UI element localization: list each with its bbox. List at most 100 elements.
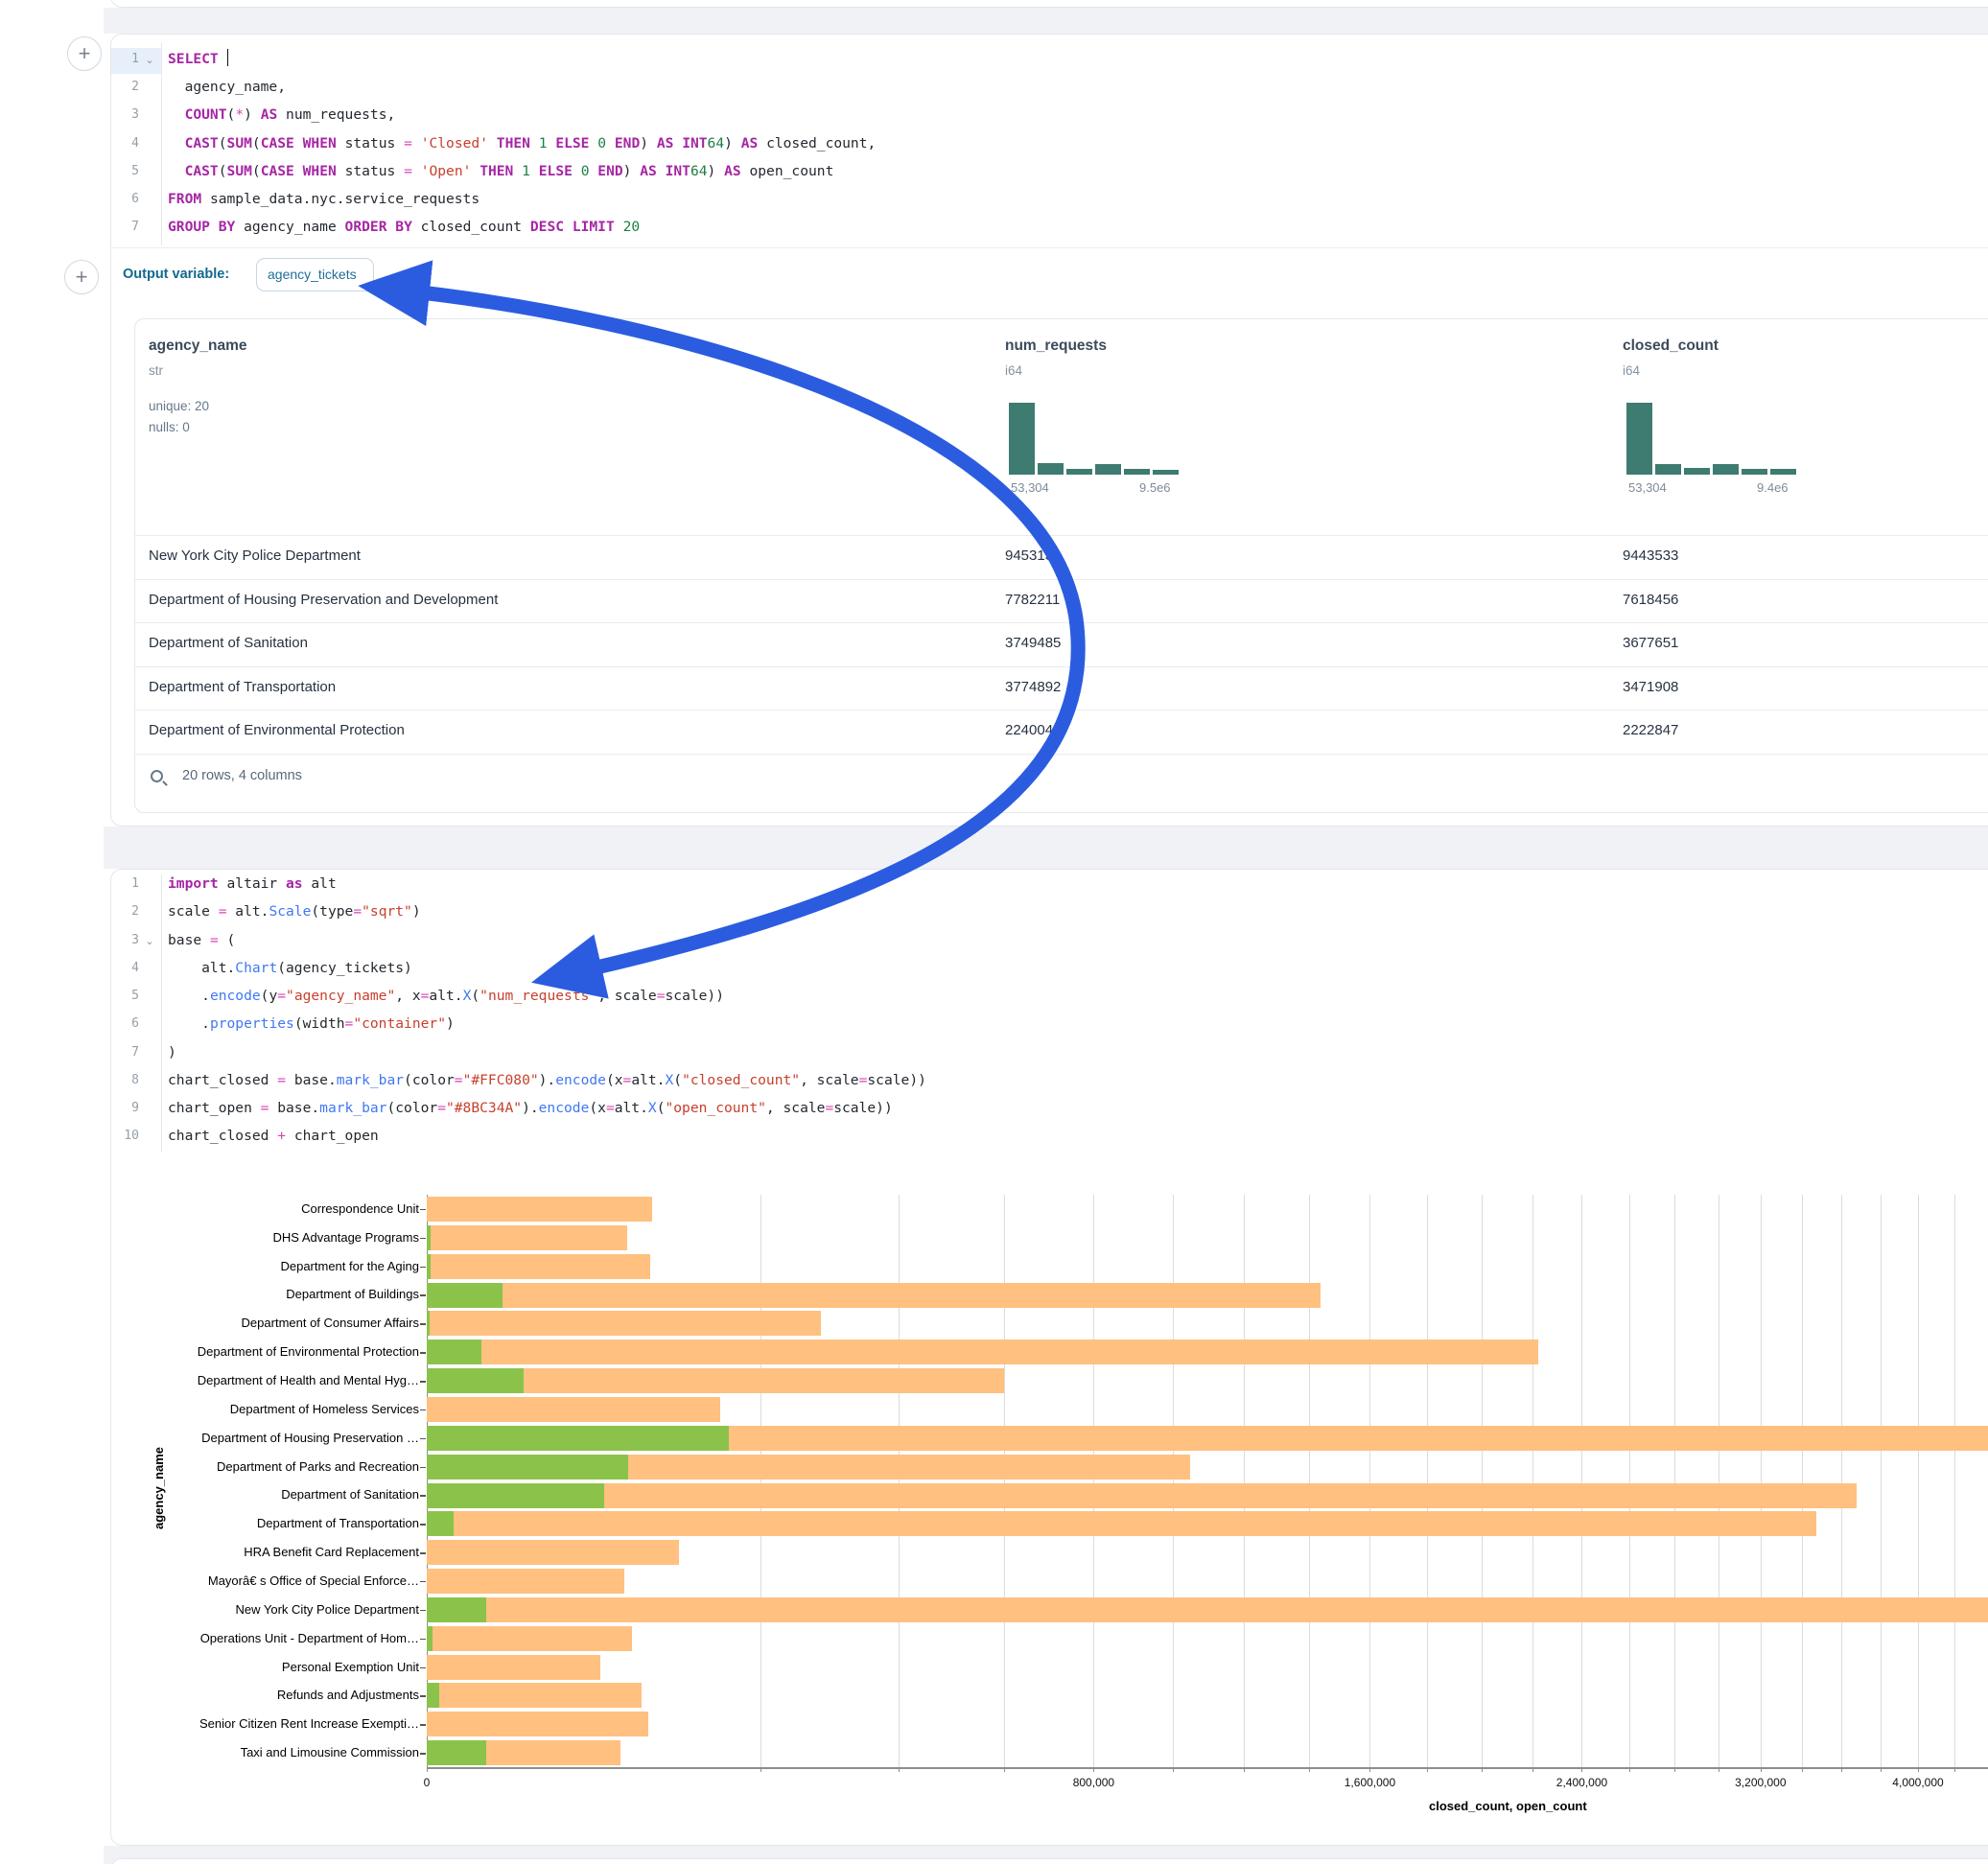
code-token: alt bbox=[303, 875, 337, 892]
gridline bbox=[1309, 1195, 1310, 1767]
column-header-agency_name[interactable]: agency_name bbox=[149, 338, 247, 355]
code-line[interactable]: .encode(y="agency_name", x=alt.X("num_re… bbox=[168, 985, 724, 1008]
x-axis-title: closed_count, open_count bbox=[1429, 1799, 1587, 1813]
code-token bbox=[488, 135, 497, 151]
line-number: 3 bbox=[112, 104, 139, 127]
code-token: = bbox=[210, 932, 219, 948]
category-label: DHS Advantage Programs bbox=[273, 1230, 419, 1245]
code-token: ( bbox=[252, 163, 261, 179]
code-token bbox=[294, 135, 303, 151]
code-token: "closed_count" bbox=[682, 1072, 800, 1088]
code-token: ORDER bbox=[345, 219, 387, 235]
bar-open-count bbox=[427, 1368, 524, 1393]
bar-closed-count bbox=[427, 1540, 679, 1565]
code-token: AS bbox=[261, 106, 278, 123]
gridline bbox=[1761, 1195, 1762, 1767]
code-line[interactable]: chart_open = base.mark_bar(color="#8BC34… bbox=[168, 1097, 893, 1120]
line-number: 5 bbox=[112, 160, 139, 183]
line-number: 6 bbox=[112, 188, 139, 211]
line-number: 10 bbox=[112, 1125, 139, 1148]
code-line[interactable]: SELECT bbox=[168, 48, 228, 71]
bar-open-count bbox=[427, 1455, 628, 1480]
code-token: Chart bbox=[235, 960, 277, 976]
code-token bbox=[168, 106, 185, 123]
column-header-closed_count[interactable]: closed_count bbox=[1623, 338, 1719, 355]
add-cell-button-output[interactable]: + bbox=[64, 260, 99, 294]
category-label: Correspondence Unit bbox=[301, 1201, 419, 1216]
code-token: Scale bbox=[269, 903, 311, 920]
code-token: SELECT bbox=[168, 51, 219, 67]
line-number: 4 bbox=[112, 957, 139, 980]
row-separator bbox=[135, 622, 1988, 623]
category-label: Department of Housing Preservation … bbox=[201, 1431, 419, 1445]
code-token: SUM bbox=[227, 135, 252, 151]
code-token: AS bbox=[657, 135, 674, 151]
category-label: Department of Parks and Recreation bbox=[217, 1459, 419, 1474]
code-token: 20 bbox=[623, 219, 641, 235]
code-token: (agency_tickets) bbox=[277, 960, 412, 976]
code-line[interactable]: scale = alt.Scale(type="sqrt") bbox=[168, 900, 421, 923]
line-number: 2 bbox=[112, 76, 139, 99]
bar-closed-count bbox=[427, 1655, 600, 1680]
code-token: 'Closed' bbox=[421, 135, 488, 151]
code-token: alt. bbox=[631, 1072, 665, 1088]
x-tick-label: 4,000,000 bbox=[1892, 1776, 1943, 1789]
code-line[interactable]: COUNT(*) AS num_requests, bbox=[168, 104, 395, 127]
table-cell: 7782211 bbox=[1005, 592, 1060, 608]
code-token: 1 bbox=[539, 135, 548, 151]
output-variable-pill[interactable]: agency_tickets bbox=[256, 258, 374, 291]
category-label: Department of Homeless Services bbox=[230, 1402, 419, 1416]
code-token: = bbox=[606, 1100, 615, 1116]
gridline bbox=[1532, 1195, 1533, 1767]
code-line[interactable]: chart_closed = base.mark_bar(color="#FFC… bbox=[168, 1069, 926, 1092]
chevron-down-icon[interactable]: ⌄ bbox=[143, 930, 156, 953]
column-stat: nulls: 0 bbox=[149, 420, 190, 434]
gridline bbox=[760, 1195, 761, 1767]
code-line[interactable]: agency_name, bbox=[168, 76, 286, 99]
category-label: Department of Environmental Protection bbox=[198, 1344, 419, 1359]
category-label: Department of Buildings bbox=[286, 1287, 419, 1301]
search-icon[interactable] bbox=[151, 770, 163, 782]
code-line[interactable]: alt.Chart(agency_tickets) bbox=[168, 957, 412, 980]
code-line[interactable]: .properties(width="container") bbox=[168, 1013, 455, 1036]
column-stat: unique: 20 bbox=[149, 399, 209, 413]
gridline bbox=[1369, 1195, 1370, 1767]
histogram-min-label: 53,304 bbox=[1011, 480, 1049, 495]
add-cell-button-top[interactable]: + bbox=[67, 36, 102, 71]
bar-open-count bbox=[427, 1626, 433, 1651]
code-token: ) bbox=[708, 163, 725, 179]
code-line[interactable]: base = ( bbox=[168, 929, 235, 952]
code-token: = bbox=[657, 988, 666, 1004]
x-tick-label: 2,400,000 bbox=[1556, 1776, 1607, 1789]
bar-closed-count bbox=[427, 1283, 1321, 1308]
line-number: 3 bbox=[112, 929, 139, 952]
code-token bbox=[168, 163, 185, 179]
code-token: END bbox=[615, 135, 640, 151]
code-token: base bbox=[168, 932, 210, 948]
code-line[interactable]: GROUP BY agency_name ORDER BY closed_cou… bbox=[168, 216, 640, 239]
code-line[interactable]: ) bbox=[168, 1041, 176, 1064]
histogram-bar bbox=[1742, 469, 1767, 475]
code-token: scale)) bbox=[666, 988, 725, 1004]
code-line[interactable]: CAST(SUM(CASE WHEN status = 'Closed' THE… bbox=[168, 132, 876, 155]
code-token: (x bbox=[589, 1100, 606, 1116]
code-token: = bbox=[623, 1072, 632, 1088]
table-cell: 9443533 bbox=[1623, 548, 1678, 564]
notebook-page: + + 1 ⌄ SELECT 2 agency_name, 3 COUNT(*) AS… bbox=[0, 0, 1988, 1864]
chevron-down-icon[interactable]: ⌄ bbox=[143, 49, 156, 72]
code-token: (y bbox=[261, 988, 278, 1004]
table-cell: 3749485 bbox=[1005, 635, 1061, 651]
category-label: New York City Police Department bbox=[236, 1602, 419, 1617]
code-token: mark_bar bbox=[337, 1072, 404, 1088]
code-line[interactable]: FROM sample_data.nyc.service_requests bbox=[168, 188, 479, 211]
code-token: chart_open bbox=[286, 1128, 379, 1144]
code-line[interactable]: chart_closed + chart_open bbox=[168, 1125, 379, 1148]
y-axis-tick bbox=[420, 1695, 426, 1697]
code-line[interactable]: import altair as alt bbox=[168, 873, 337, 896]
column-header-num_requests[interactable]: num_requests bbox=[1005, 338, 1107, 355]
code-line[interactable]: CAST(SUM(CASE WHEN status = 'Open' THEN … bbox=[168, 160, 833, 183]
code-token: AS bbox=[724, 163, 741, 179]
line-number: 4 bbox=[112, 132, 139, 155]
y-axis-tick bbox=[420, 1381, 426, 1383]
table-cell: Department of Housing Preservation and D… bbox=[149, 592, 498, 608]
